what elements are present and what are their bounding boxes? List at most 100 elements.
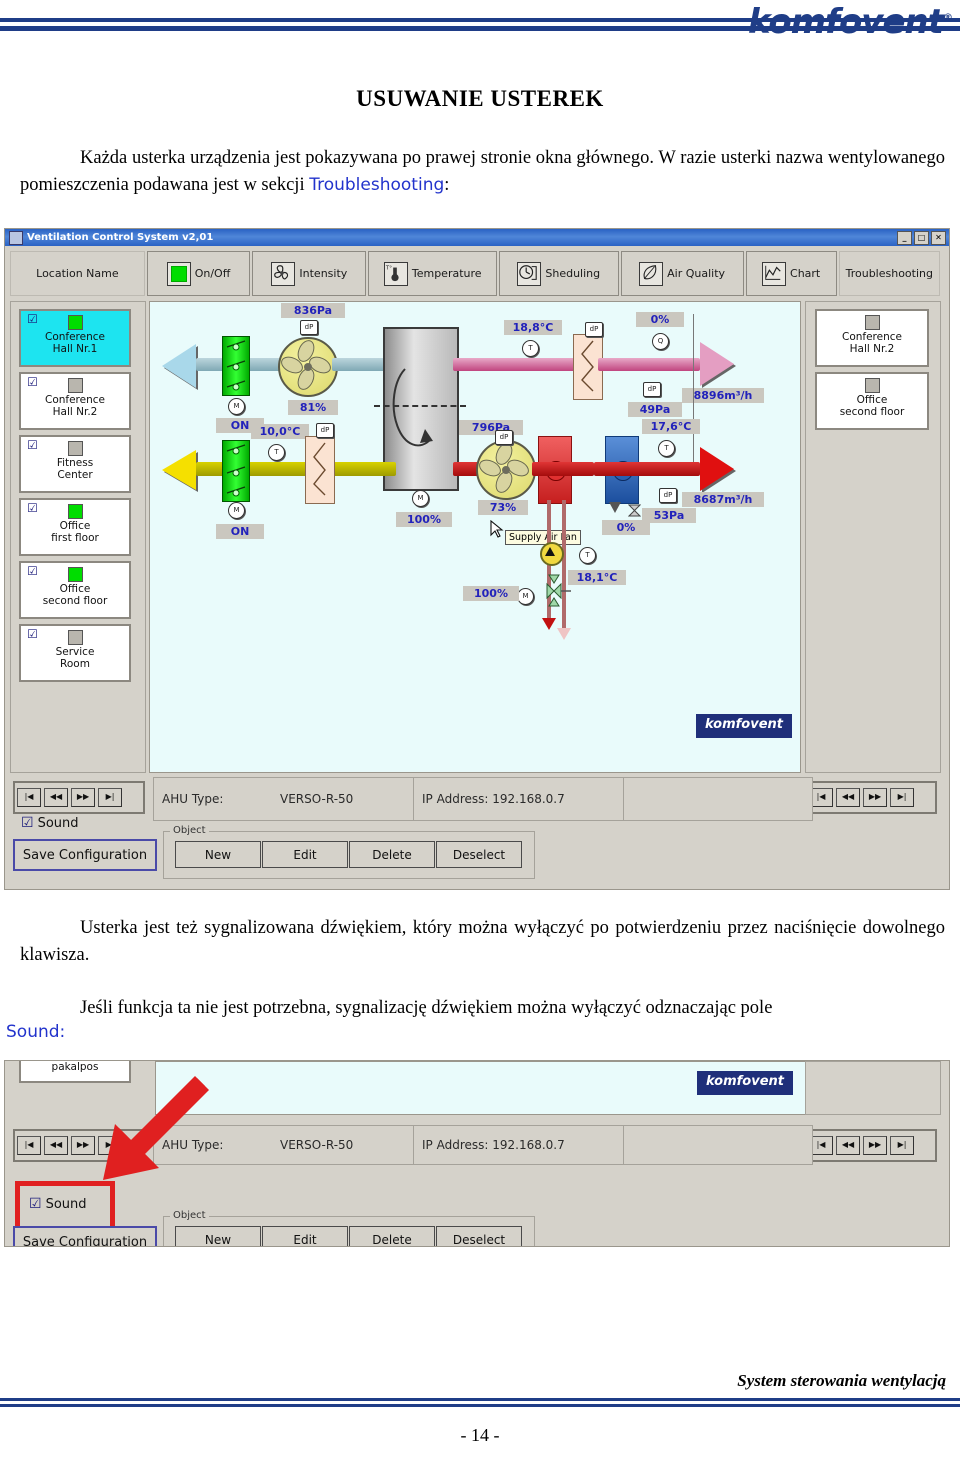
status-led — [865, 378, 880, 393]
checkbox-icon[interactable]: ☑ — [26, 502, 39, 514]
checkbox-icon[interactable]: ☑ — [26, 628, 39, 640]
extract-fan-icon — [278, 337, 338, 397]
nav-next-button[interactable]: ▶▶ — [863, 1136, 887, 1155]
nav-first-button[interactable]: |◀ — [17, 788, 41, 807]
toolbar-location-name[interactable]: Location Name — [10, 251, 145, 296]
readout-extract-duct-dp: 49Pa — [628, 402, 682, 417]
nav-next-button[interactable]: ▶▶ — [71, 788, 95, 807]
deselect-button[interactable]: Deselect — [436, 841, 522, 868]
save-configuration-button[interactable]: Save Configuration — [13, 839, 157, 871]
readout-supply-damper: ON — [216, 524, 264, 539]
status-led — [68, 315, 83, 330]
chart-icon — [762, 261, 787, 286]
supply-fan-icon — [476, 440, 536, 500]
checkbox-icon[interactable]: ☑ — [21, 815, 34, 831]
page-number: - 14 - — [460, 1425, 500, 1445]
green-led-icon — [166, 261, 191, 286]
extract-filter-dp-sensor-icon: dP — [300, 320, 318, 335]
toolbar-intensity[interactable]: Intensity — [252, 251, 367, 296]
detail-delete-button[interactable]: Delete — [349, 1226, 435, 1246]
app-icon — [9, 230, 23, 245]
water-temp-sensor-icon: T — [579, 547, 596, 564]
room-name: Office second floor — [817, 394, 927, 418]
sensor-tag: M — [233, 402, 240, 410]
alarm-card-conference-hall-2[interactable]: Conference Hall Nr.2 — [815, 309, 929, 367]
minimize-button[interactable]: _ — [897, 231, 912, 245]
nav-next-button[interactable]: ▶▶ — [863, 788, 887, 807]
supply-air-fan-tooltip: Supply Air Fan — [505, 530, 581, 545]
detail-save-configuration-button[interactable]: Save Configuration — [13, 1226, 157, 1246]
checkbox-icon[interactable]: ☑ — [26, 439, 39, 451]
room-card-fitness-center[interactable]: ☑ Fitness Center — [19, 435, 131, 493]
annotation-arrow-icon — [85, 1060, 215, 1190]
room-card-office-second-floor[interactable]: ☑ Office second floor — [19, 561, 131, 619]
toolbar-label: Chart — [790, 267, 821, 280]
sensor-tag: T — [664, 444, 669, 452]
room-name-line2: Hall Nr.1 — [52, 343, 98, 356]
room-name-line1: Fitness — [56, 457, 94, 469]
extract-duct-dp-sensor-icon: dP — [643, 382, 661, 397]
detail-deselect-button[interactable]: Deselect — [436, 1226, 522, 1246]
toolbar-air-quality[interactable]: Air Quality — [620, 251, 744, 296]
detail-new-button[interactable]: New — [175, 1226, 261, 1246]
toolbar-label: Temperature — [411, 267, 482, 280]
room-card-conference-hall-2[interactable]: ☑ Conference Hall Nr.2 — [19, 372, 131, 430]
nav-prev-button[interactable]: ◀◀ — [836, 788, 860, 807]
maximize-button[interactable]: □ — [914, 231, 929, 245]
toolbar-sheduling[interactable]: Sheduling — [498, 251, 619, 296]
room-name-line2: Center — [57, 469, 93, 482]
checkbox-icon[interactable]: ☑ — [26, 376, 39, 388]
page-title: USUWANIE USTEREK — [356, 86, 604, 111]
toolbar-label: Sheduling — [545, 267, 601, 280]
detail-nav-group-right: |◀ ◀◀ ▶▶ ▶| — [805, 1129, 937, 1162]
sensor-tag: M — [522, 592, 529, 600]
toolbar-chart[interactable]: Chart — [745, 251, 837, 296]
room-name-line2: Room — [60, 658, 90, 671]
ahu-type-field: AHU Type: VERSO-R-50 — [153, 777, 423, 821]
readout-supply-duct-dp: 53Pa — [642, 508, 696, 523]
toolbar-onoff[interactable]: On/Off — [146, 251, 251, 296]
nav-first-button[interactable]: |◀ — [17, 1136, 41, 1155]
nav-prev-button[interactable]: ◀◀ — [836, 1136, 860, 1155]
cooler-drain-arrow — [609, 502, 621, 513]
nav-last-button[interactable]: ▶| — [890, 788, 914, 807]
intro-paragraph: Każda usterka urządzenia jest pokazywana… — [20, 145, 945, 199]
nav-prev-button[interactable]: ◀◀ — [44, 788, 68, 807]
room-name-line1: Service — [55, 646, 95, 658]
room-card-service-room[interactable]: ☑ Service Room — [19, 624, 131, 682]
room-card-conference-hall-1[interactable]: ☑ Conference Hall Nr.1 — [19, 309, 131, 367]
close-button[interactable]: ✕ — [931, 231, 946, 245]
three-way-valve-icon — [538, 574, 572, 612]
new-button[interactable]: New — [175, 841, 261, 868]
toolbar-label: Troubleshooting — [845, 267, 933, 280]
object-group-legend: Object — [170, 825, 209, 836]
room-name: Office second floor — [21, 583, 129, 607]
supply-damper-motor-icon: M — [228, 502, 245, 519]
delete-button[interactable]: Delete — [349, 841, 435, 868]
ip-address-label: IP Address: 192.168.0.7 — [422, 792, 565, 806]
toolbar-temperature[interactable]: T° Temperature — [368, 251, 497, 296]
alarm-card-office-second-floor[interactable]: Office second floor — [815, 372, 929, 430]
nav-prev-button[interactable]: ◀◀ — [44, 1136, 68, 1155]
sensor-tag: M — [233, 506, 240, 514]
toolbar-troubleshooting[interactable]: Troubleshooting — [838, 251, 940, 296]
clock-icon — [517, 261, 542, 286]
sensor-tag: dP — [320, 426, 330, 434]
nav-last-button[interactable]: ▶| — [98, 788, 122, 807]
svg-text:T°: T° — [385, 265, 392, 271]
detail-edit-button[interactable]: Edit — [262, 1226, 348, 1246]
detail-ip-address-field: IP Address: 192.168.0.7 — [413, 1125, 633, 1165]
room-name: Conference Hall Nr.2 — [817, 331, 927, 355]
checkbox-icon[interactable]: ☑ — [26, 565, 39, 577]
intro-text-a: Każda usterka urządzenia jest pokazywana… — [20, 148, 945, 195]
edit-button[interactable]: Edit — [262, 841, 348, 868]
sound-label: Sound — [37, 815, 79, 831]
nav-group-right: |◀ ◀◀ ▶▶ ▶| — [805, 781, 937, 814]
status-led — [68, 441, 83, 456]
sound-checkbox[interactable]: ☑ Sound — [21, 815, 79, 831]
room-name-line1: Office — [59, 583, 91, 595]
checkbox-icon[interactable]: ☑ — [26, 313, 39, 325]
nav-last-button[interactable]: ▶| — [890, 1136, 914, 1155]
right-room-panel: Conference Hall Nr.2 Office second floor — [805, 301, 941, 773]
room-card-office-first-floor[interactable]: ☑ Office first floor — [19, 498, 131, 556]
